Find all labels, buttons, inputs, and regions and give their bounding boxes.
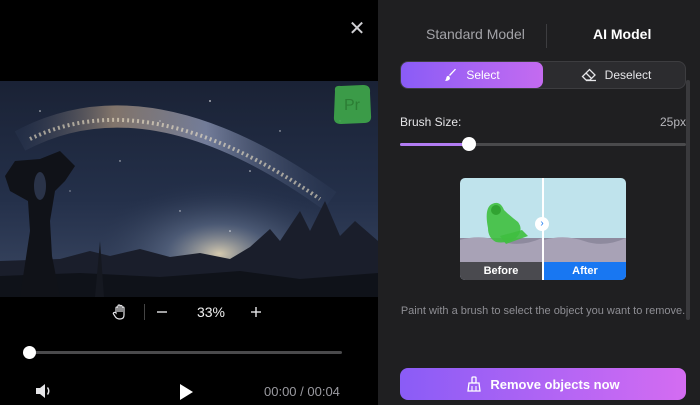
select-button-label: Select	[466, 68, 500, 82]
time-display: 00:00 / 00:04	[264, 384, 340, 399]
side-panel: Standard Model AI Model Select Deselect …	[378, 0, 700, 405]
close-icon[interactable]: ✕	[348, 19, 366, 39]
instruction-text: Paint with a brush to select the object …	[400, 305, 686, 317]
preview-image	[0, 81, 378, 297]
watermark-logo: Pr	[333, 85, 372, 124]
brush-size-handle[interactable]	[461, 137, 476, 151]
before-label: Before	[460, 262, 542, 280]
zoom-divider	[144, 304, 145, 320]
remove-objects-button[interactable]: Remove objects now	[400, 368, 686, 400]
timeline-handle[interactable]	[23, 346, 36, 359]
playback-timeline[interactable]	[23, 346, 342, 359]
tab-divider	[546, 24, 547, 48]
after-label: After	[544, 262, 626, 280]
brush-size-label: Brush Size:	[400, 115, 462, 129]
eraser-icon	[581, 68, 596, 82]
deselect-button[interactable]: Deselect	[545, 62, 687, 88]
video-preview[interactable]	[0, 81, 378, 297]
brush-size-fill	[400, 143, 469, 146]
zoom-level: 33%	[196, 304, 226, 320]
brush-size-slider[interactable]	[400, 137, 686, 151]
play-icon[interactable]	[178, 383, 194, 401]
brush-icon	[445, 68, 457, 81]
remove-objects-label: Remove objects now	[490, 376, 620, 392]
brush-size-value: 25px	[659, 115, 686, 129]
preview-panel: ✕ Pr 33% 00:00 / 00:04	[0, 0, 378, 405]
zoom-toolbar: 33%	[110, 300, 263, 324]
plus-icon[interactable]	[249, 305, 263, 319]
tab-standard-model[interactable]: Standard Model	[426, 26, 525, 42]
tab-ai-model[interactable]: AI Model	[593, 26, 651, 42]
mode-switch: Select Deselect	[400, 61, 686, 89]
model-tabs: Standard Model AI Model	[378, 0, 700, 58]
hand-icon[interactable]	[110, 302, 130, 322]
deselect-button-label: Deselect	[604, 68, 652, 82]
volume-icon[interactable]	[34, 382, 54, 400]
panel-scrollbar[interactable]	[686, 80, 690, 320]
before-after-demo: › Before After	[460, 178, 626, 280]
watermark-logo-text: Pr	[344, 97, 361, 114]
chevron-right-icon: ›	[535, 217, 549, 231]
broom-icon	[467, 376, 482, 392]
minus-icon[interactable]	[155, 305, 169, 319]
select-button[interactable]: Select	[401, 62, 543, 88]
